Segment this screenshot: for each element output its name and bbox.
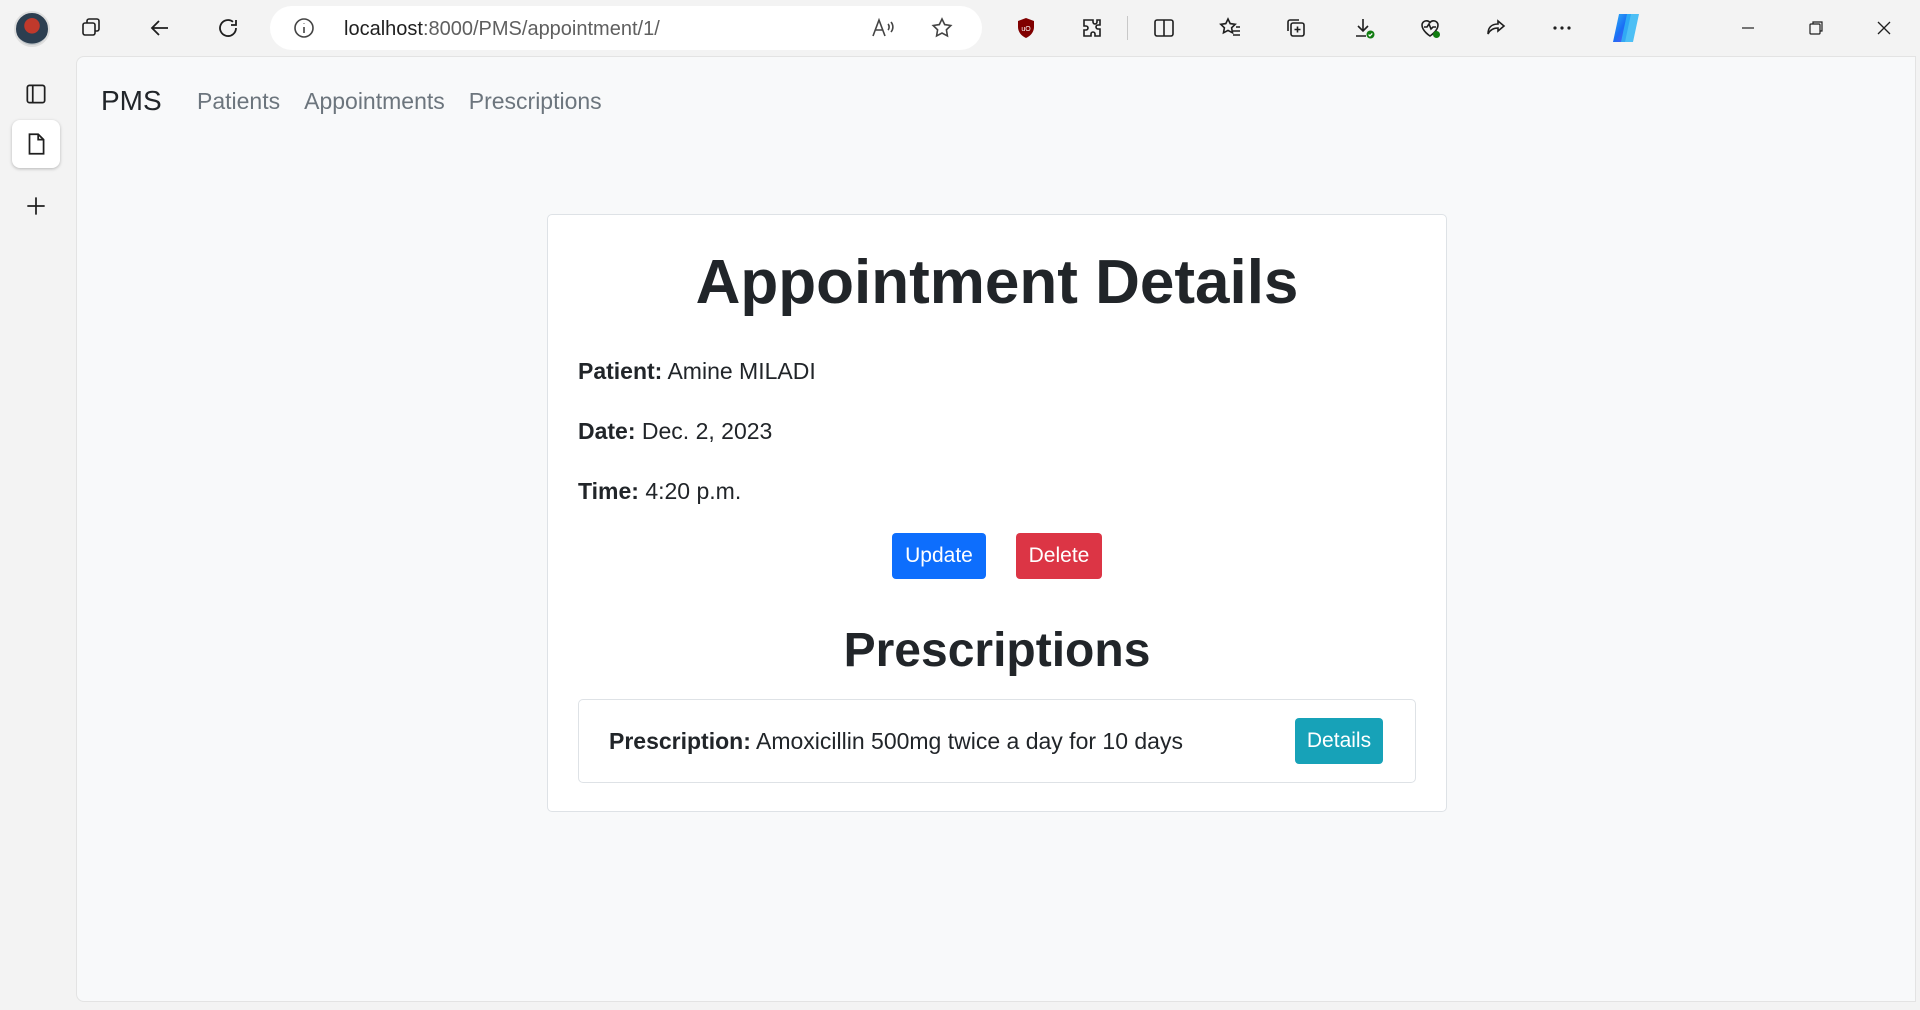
- date-label: Date:: [578, 418, 636, 444]
- nav-link-appointments[interactable]: Appointments: [304, 88, 445, 115]
- tab-current-page[interactable]: [12, 120, 60, 168]
- new-tab-icon[interactable]: [12, 182, 60, 230]
- ublock-extension-icon[interactable]: uO: [1012, 14, 1040, 42]
- page-icon: [28, 133, 45, 155]
- brand-link[interactable]: PMS: [101, 85, 162, 117]
- date-field: Date: Dec. 2, 2023: [578, 418, 772, 445]
- collections-icon[interactable]: [1282, 14, 1310, 42]
- nav-links: Patients Appointments Prescriptions: [197, 88, 602, 115]
- url-text[interactable]: localhost:8000/PMS/appointment/1/: [344, 18, 660, 41]
- site-navbar: PMS Patients Appointments Prescriptions: [77, 57, 1915, 147]
- downloads-icon[interactable]: [1350, 14, 1378, 42]
- workspaces-icon[interactable]: [78, 14, 106, 42]
- details-button[interactable]: Details: [1295, 718, 1383, 764]
- update-button[interactable]: Update: [892, 533, 986, 579]
- nav-link-prescriptions[interactable]: Prescriptions: [469, 88, 602, 115]
- prescription-text: Prescription: Amoxicillin 500mg twice a …: [609, 728, 1183, 755]
- vertical-tabs-rail: [0, 56, 76, 1010]
- favorite-star-icon[interactable]: [930, 16, 956, 40]
- tab-actions-icon[interactable]: [12, 70, 60, 118]
- address-bar[interactable]: localhost:8000/PMS/appointment/1/: [270, 6, 982, 50]
- url-host: localhost: [344, 18, 423, 40]
- date-value: Dec. 2, 2023: [641, 418, 773, 444]
- prescriptions-heading: Prescriptions: [843, 624, 1151, 677]
- prescription-list-item: Prescription: Amoxicillin 500mg twice a …: [578, 699, 1416, 783]
- time-value: 4:20 p.m.: [645, 478, 742, 504]
- prescription-label: Prescription:: [609, 728, 751, 754]
- page-title: Appointment Details: [695, 248, 1299, 317]
- delete-button[interactable]: Delete: [1016, 533, 1102, 579]
- split-screen-icon[interactable]: [1150, 14, 1178, 42]
- patient-value: Amine MILADI: [667, 358, 816, 384]
- read-aloud-icon[interactable]: [870, 16, 896, 40]
- more-options-icon[interactable]: [1548, 14, 1576, 42]
- url-path: :8000/PMS/appointment/1/: [422, 18, 660, 40]
- restore-icon[interactable]: [1802, 14, 1830, 42]
- patient-field: Patient: Amine MILADI: [578, 358, 816, 385]
- page-viewport: PMS Patients Appointments Prescriptions …: [76, 56, 1916, 1002]
- prescription-value: Amoxicillin 500mg twice a day for 10 day…: [756, 728, 1183, 754]
- share-icon[interactable]: [1482, 14, 1510, 42]
- time-field: Time: 4:20 p.m.: [578, 478, 741, 505]
- svg-text:uO: uO: [1021, 26, 1031, 33]
- favorites-icon[interactable]: [1216, 14, 1244, 42]
- minimize-icon[interactable]: [1734, 14, 1762, 42]
- browser-essentials-icon[interactable]: [1416, 14, 1444, 42]
- refresh-icon[interactable]: [214, 14, 242, 42]
- profile-avatar[interactable]: [14, 11, 50, 47]
- toolbar-divider: [1127, 16, 1128, 40]
- patient-label: Patient:: [578, 358, 663, 384]
- extensions-icon[interactable]: [1078, 14, 1106, 42]
- copilot-icon[interactable]: [1608, 10, 1644, 46]
- close-icon[interactable]: [1870, 14, 1898, 42]
- time-label: Time:: [578, 478, 639, 504]
- browser-toolbar: localhost:8000/PMS/appointment/1/ uO: [0, 0, 1920, 56]
- appointment-card: Appointment Details Patient: Amine MILAD…: [547, 214, 1447, 812]
- back-icon[interactable]: [146, 14, 174, 42]
- site-info-icon[interactable]: [292, 16, 316, 40]
- nav-link-patients[interactable]: Patients: [197, 88, 280, 115]
